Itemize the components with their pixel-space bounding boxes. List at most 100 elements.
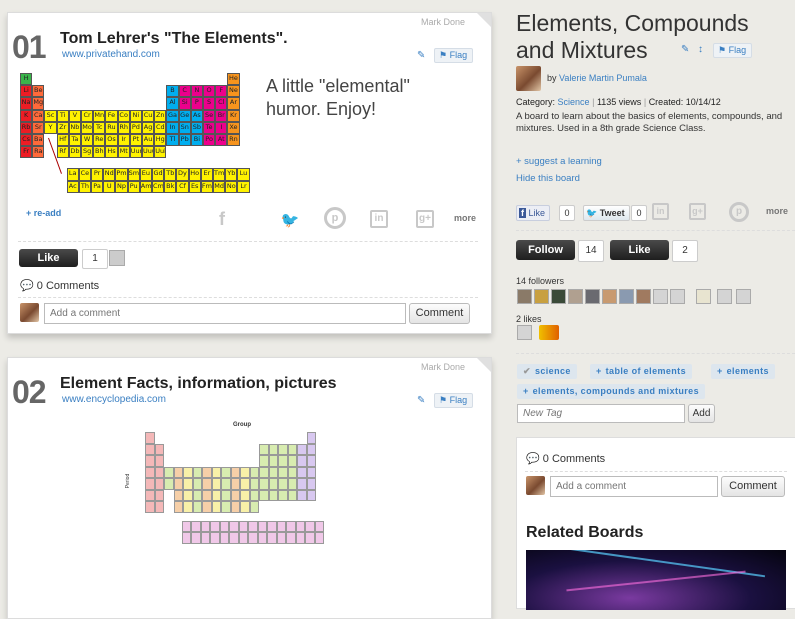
mark-done-button[interactable]: Mark Done: [421, 362, 465, 372]
element-cell: [202, 478, 212, 490]
element-cell: V: [68, 109, 81, 122]
edit-icon[interactable]: ✎: [417, 396, 428, 406]
element-cell: Am: [139, 180, 152, 193]
mark-done-button[interactable]: Mark Done: [421, 17, 465, 27]
element-cell: Lu: [237, 168, 250, 181]
twitter-icon[interactable]: 🐦: [280, 211, 300, 229]
element-cell: [240, 501, 250, 513]
pinterest-icon[interactable]: p: [729, 202, 749, 222]
element-cell: [154, 466, 164, 478]
author-link[interactable]: Valerie Martin Pumala: [559, 73, 647, 83]
pinterest-icon[interactable]: p: [324, 207, 346, 229]
element-cell: [297, 455, 307, 467]
element-cell: [200, 520, 210, 532]
follower-avatar[interactable]: [568, 289, 583, 304]
more-share-link[interactable]: more: [766, 206, 788, 216]
author-avatar[interactable]: [516, 66, 541, 91]
element-cell: P: [190, 97, 203, 110]
follower-avatar[interactable]: [619, 289, 634, 304]
element-cell: [211, 489, 221, 501]
reorder-icon[interactable]: ↕: [698, 45, 709, 55]
follower-avatar[interactable]: [585, 289, 600, 304]
element-cell: [249, 478, 259, 490]
tag-table-of-elements[interactable]: + table of elements: [590, 364, 692, 379]
card-source-link[interactable]: www.privatehand.com: [62, 49, 160, 60]
follower-avatar[interactable]: [653, 289, 668, 304]
periodic-table-image[interactable]: H He Li Be B C N O F Ne Na Mg Al Si P S Cl Ar K Ca Sc Ti V Cr Mn…: [20, 73, 252, 203]
linkedin-icon[interactable]: in: [652, 203, 669, 220]
follower-avatar[interactable]: [736, 289, 751, 304]
follower-avatar[interactable]: [551, 289, 566, 304]
new-tag-input[interactable]: [517, 404, 685, 423]
element-cell: Rb: [20, 121, 33, 134]
plus-icon: +: [523, 386, 529, 396]
tag-science[interactable]: ✔ science: [517, 364, 577, 379]
tag-elements-compounds-mixtures[interactable]: + elements, compounds and mixtures: [517, 384, 705, 399]
board-comment-button[interactable]: Comment: [721, 476, 785, 497]
element-cell: [202, 466, 212, 478]
element-cell: [230, 478, 240, 490]
element-cell: La: [66, 168, 79, 181]
edit-icon[interactable]: ✎: [681, 45, 692, 55]
element-cell: [145, 478, 155, 490]
card-title[interactable]: Tom Lehrer's "The Elements".: [60, 30, 288, 48]
edit-icon[interactable]: ✎: [417, 51, 428, 61]
element-cell: [192, 478, 202, 490]
like-button[interactable]: Like: [19, 249, 78, 267]
re-add-link[interactable]: + re-add: [26, 208, 61, 218]
card-caption: A little "elemental" humor. Enjoy!: [266, 76, 410, 119]
tweet-button[interactable]: 🐦 Tweet: [583, 205, 630, 221]
element-cell: [276, 520, 286, 532]
periodic-table-image[interactable]: Group Period: [123, 418, 353, 598]
liker-avatar[interactable]: [109, 250, 125, 266]
author-line: by Valerie Martin Pumala: [547, 73, 647, 83]
tag-elements[interactable]: + elements: [711, 364, 775, 379]
facebook-like-button[interactable]: f Like: [516, 205, 551, 221]
facebook-icon[interactable]: f: [214, 209, 230, 230]
liker-avatar[interactable]: [539, 325, 559, 340]
element-cell: [221, 478, 231, 490]
hide-board-link[interactable]: Hide this board: [516, 173, 580, 184]
card-source-link[interactable]: www.encyclopedia.com: [62, 394, 166, 405]
follower-avatar[interactable]: [636, 289, 651, 304]
board-comment-input[interactable]: [550, 476, 718, 497]
follower-avatar[interactable]: [717, 289, 732, 304]
element-cell: [268, 478, 278, 490]
flag-button[interactable]: ⚑ Flag: [434, 393, 474, 408]
element-cell: [164, 466, 174, 478]
element-cell: Rh: [117, 121, 130, 134]
comment-button[interactable]: Comment: [409, 303, 470, 324]
google-plus-icon[interactable]: g+: [416, 210, 434, 228]
board-like-button[interactable]: Like: [610, 240, 669, 260]
follower-avatar[interactable]: [534, 289, 549, 304]
element-cell: Xe: [227, 121, 240, 134]
more-share-link[interactable]: more: [454, 213, 476, 223]
card-title[interactable]: Element Facts, information, pictures: [60, 375, 337, 393]
follower-avatar[interactable]: [602, 289, 617, 304]
follow-button[interactable]: Follow: [516, 240, 575, 260]
category-link[interactable]: Science: [558, 97, 590, 107]
flag-button[interactable]: ⚑ Flag: [434, 48, 474, 63]
element-cell: [183, 501, 193, 513]
comment-input[interactable]: [44, 303, 406, 324]
liker-avatar[interactable]: [517, 325, 532, 340]
element-cell: Re: [93, 134, 106, 147]
flag-button[interactable]: ⚑ Flag: [713, 43, 753, 58]
element-cell: Pt: [129, 134, 142, 147]
follower-avatar[interactable]: [517, 289, 532, 304]
element-cell: I: [215, 121, 228, 134]
follower-avatar[interactable]: [670, 289, 685, 304]
element-cell: [267, 520, 277, 532]
related-board-thumbnail[interactable]: [526, 550, 786, 610]
linkedin-icon[interactable]: in: [370, 210, 388, 228]
learning-card-2: Mark Done 02 Element Facts, information,…: [7, 357, 492, 619]
google-plus-icon[interactable]: g+: [689, 203, 706, 220]
element-cell: [230, 489, 240, 501]
element-cell: [268, 455, 278, 467]
suggest-learning-link[interactable]: + suggest a learning: [516, 156, 602, 167]
facebook-icon: f: [519, 208, 526, 218]
add-tag-button[interactable]: Add: [688, 404, 715, 423]
element-cell: [259, 478, 269, 490]
follower-avatar[interactable]: [696, 289, 711, 304]
element-cell: In: [166, 121, 179, 134]
